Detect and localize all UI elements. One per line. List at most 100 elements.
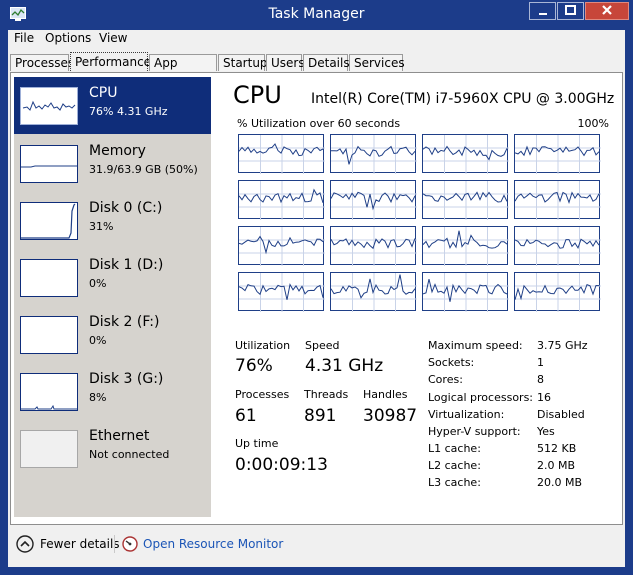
title-bar[interactable]: Task Manager xyxy=(0,0,633,29)
spec-value: 16 xyxy=(537,391,551,404)
cpu-model-name: Intel(R) Core(TM) i7-5960X CPU @ 3.00GHz xyxy=(311,91,615,107)
graph-caption: % Utilization over 60 seconds xyxy=(237,117,401,130)
maximize-icon xyxy=(565,5,576,15)
disk-2-thumbnail-graph xyxy=(20,316,78,354)
sidebar-item-ethernet[interactable]: Ethernet Not connected xyxy=(14,420,211,477)
spec-value: 20.0 MB xyxy=(537,476,583,489)
spec-label: L1 cache: xyxy=(428,442,481,455)
logical-processor-graphs xyxy=(238,134,602,312)
spec-label: Maximum speed: xyxy=(428,339,523,352)
spec-label: L2 cache: xyxy=(428,459,481,472)
sidebar-item-value: Not connected xyxy=(89,448,170,461)
sidebar-item-value: 0% xyxy=(89,277,107,290)
sidebar-item-disk-2[interactable]: Disk 2 (F:) 0% xyxy=(14,306,211,363)
core-graph xyxy=(330,272,417,312)
spec-label: Hyper-V support: xyxy=(428,425,521,438)
tab-app-history[interactable]: App history xyxy=(149,54,217,86)
close-icon xyxy=(602,5,612,15)
sidebar-item-label: Disk 3 (G:) xyxy=(89,371,164,387)
menu-file[interactable]: File xyxy=(14,31,34,45)
processes-value: 61 xyxy=(235,406,257,426)
core-graph xyxy=(514,180,601,220)
core-graph xyxy=(422,226,509,266)
chevron-up-icon[interactable] xyxy=(16,535,34,553)
performance-panel: CPU 76% 4.31 GHz Memory 31.9/63.9 GB (50… xyxy=(10,72,623,525)
sidebar-item-disk-0[interactable]: Disk 0 (C:) 31% xyxy=(14,192,211,249)
sidebar-item-cpu[interactable]: CPU 76% 4.31 GHz xyxy=(14,77,211,134)
utilization-value: 76% xyxy=(235,356,273,376)
spec-value: Yes xyxy=(537,425,555,438)
threads-label: Threads xyxy=(304,388,349,401)
processes-label: Processes xyxy=(235,388,290,401)
resource-monitor-icon xyxy=(122,536,138,552)
close-button[interactable] xyxy=(585,2,629,20)
core-graph xyxy=(238,180,325,220)
core-graph xyxy=(238,226,325,266)
tab-users[interactable]: Users xyxy=(266,54,305,71)
handles-value: 30987 xyxy=(363,406,418,426)
tab-performance[interactable]: Performance xyxy=(70,52,151,73)
uptime-label: Up time xyxy=(235,437,279,450)
disk-0-thumbnail-graph xyxy=(20,202,78,240)
handles-label: Handles xyxy=(363,388,408,401)
fewer-details-button[interactable]: Fewer details xyxy=(40,537,120,551)
sidebar-item-disk-3[interactable]: Disk 3 (G:) 8% xyxy=(14,363,211,420)
sidebar-item-label: CPU xyxy=(89,85,118,101)
disk-1-thumbnail-graph xyxy=(20,259,78,297)
speed-value: 4.31 GHz xyxy=(305,356,384,376)
tab-startup[interactable]: Startup xyxy=(218,54,268,71)
sidebar-item-disk-1[interactable]: Disk 1 (D:) 0% xyxy=(14,249,211,306)
minimize-icon xyxy=(539,13,547,15)
core-graph xyxy=(514,134,601,174)
sidebar-item-value: 31.9/63.9 GB (50%) xyxy=(89,163,198,176)
menu-options[interactable]: Options xyxy=(45,31,91,45)
core-graph xyxy=(330,134,417,174)
sidebar-item-value: 8% xyxy=(89,391,107,404)
spec-label: Virtualization: xyxy=(428,408,505,421)
core-graph xyxy=(330,226,417,266)
core-graph xyxy=(422,180,509,220)
spec-value: 1 xyxy=(537,356,544,369)
cpu-detail-pane: CPU Intel(R) Core(TM) i7-5960X CPU @ 3.0… xyxy=(221,73,621,523)
minimize-button[interactable] xyxy=(529,2,556,20)
tab-services[interactable]: Services xyxy=(349,54,405,71)
tab-processes[interactable]: Processes xyxy=(10,54,74,71)
menu-view[interactable]: View xyxy=(99,31,127,45)
sidebar-item-value: 31% xyxy=(89,220,114,233)
spec-value: 8 xyxy=(537,373,544,386)
sidebar-item-value: 76% 4.31 GHz xyxy=(89,105,168,118)
sidebar-item-label: Disk 0 (C:) xyxy=(89,200,163,216)
core-graph xyxy=(238,272,325,312)
maximize-button[interactable] xyxy=(557,2,584,20)
sidebar-item-value: 0% xyxy=(89,334,107,347)
tab-details[interactable]: Details xyxy=(303,54,350,71)
sidebar-item-memory[interactable]: Memory 31.9/63.9 GB (50%) xyxy=(14,135,211,192)
footer-divider xyxy=(114,535,115,553)
core-graph xyxy=(238,134,325,174)
sidebar-item-label: Disk 1 (D:) xyxy=(89,257,164,273)
spec-label: Logical processors: xyxy=(428,391,534,404)
menu-bar: File Options View xyxy=(8,30,625,48)
spec-label: Cores: xyxy=(428,373,463,386)
memory-thumbnail-graph xyxy=(20,145,78,183)
cpu-thumbnail-graph xyxy=(20,87,78,125)
sidebar-item-label: Disk 2 (F:) xyxy=(89,314,160,330)
task-manager-window: Task Manager File Options View Processes… xyxy=(0,0,633,575)
spec-value: 512 KB xyxy=(537,442,577,455)
footer-bar: Fewer details Open Resource Monitor xyxy=(8,526,625,566)
client-area: File Options View Processes Performance … xyxy=(8,30,625,567)
page-title: CPU xyxy=(233,81,282,109)
core-graph xyxy=(422,272,509,312)
core-graph xyxy=(422,134,509,174)
disk-3-thumbnail-graph xyxy=(20,373,78,411)
core-graph xyxy=(514,272,601,312)
spec-label: L3 cache: xyxy=(428,476,481,489)
open-resource-monitor-link[interactable]: Open Resource Monitor xyxy=(143,537,283,551)
uptime-value: 0:00:09:13 xyxy=(235,455,328,475)
spec-value: Disabled xyxy=(537,408,585,421)
speed-label: Speed xyxy=(305,339,340,352)
ethernet-thumbnail-graph xyxy=(20,430,78,468)
threads-value: 891 xyxy=(304,406,337,426)
core-graph xyxy=(514,226,601,266)
tab-strip: Processes Performance App history Startu… xyxy=(10,52,622,86)
